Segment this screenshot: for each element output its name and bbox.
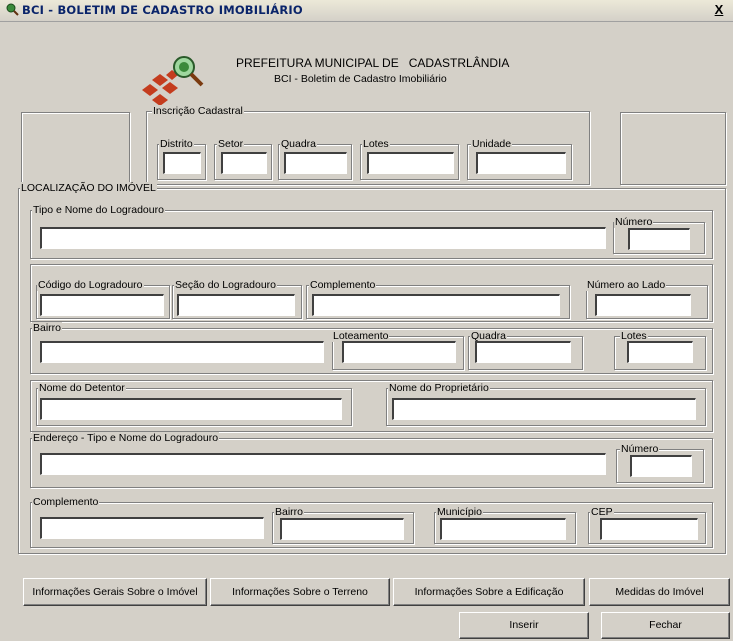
loteamento-field[interactable] [342, 341, 456, 363]
numero2-label: Número [620, 443, 660, 455]
distrito-field[interactable] [163, 152, 201, 174]
left-photo-panel [21, 112, 130, 185]
medidas-button[interactable]: Medidas do Imóvel [589, 578, 730, 606]
secao-logradouro-label: Seção do Logradouro [174, 279, 277, 291]
distrito-label: Distrito [159, 138, 194, 150]
title-bar: BCI - BOLETIM DE CADASTRO IMOBILIÁRIO X [0, 0, 733, 22]
nome-detentor-label: Nome do Detentor [38, 382, 126, 394]
numero2-field[interactable] [630, 455, 692, 477]
setor-label: Setor [217, 138, 245, 150]
tipo-nome-logradouro-field[interactable] [40, 227, 606, 249]
bairro2-label: Bairro [274, 506, 305, 518]
municipio-label: Município [436, 506, 483, 518]
nome-proprietario-label: Nome do Proprietário [388, 382, 490, 394]
nome-proprietario-field[interactable] [392, 398, 696, 420]
endereco-label: Endereço - Tipo e Nome do Logradouro [32, 432, 220, 444]
quadra-loc-field[interactable] [475, 341, 571, 363]
header-title: PREFEITURA MUNICIPAL DE CADASTRLÂNDIA [236, 56, 510, 70]
info-terreno-button[interactable]: Informações Sobre o Terreno [210, 578, 390, 606]
cep-field[interactable] [600, 518, 698, 540]
fechar-button[interactable]: Fechar [601, 612, 730, 639]
logo-icon [142, 56, 204, 106]
quadra-field[interactable] [284, 152, 347, 174]
lotes-loc-field[interactable] [627, 341, 693, 363]
complemento2-label: Complemento [32, 496, 100, 508]
close-button[interactable]: X [711, 2, 727, 18]
complemento-field[interactable] [312, 294, 560, 316]
municipio-field[interactable] [440, 518, 566, 540]
window-title: BCI - BOLETIM DE CADASTRO IMOBILIÁRIO [22, 3, 303, 17]
tipo-nome-logradouro-label: Tipo e Nome do Logradouro [32, 204, 165, 216]
numero-field[interactable] [628, 228, 690, 250]
header-subtitle: BCI - Boletim de Cadastro Imobiliário [274, 73, 447, 85]
secao-logradouro-field[interactable] [177, 294, 295, 316]
numero-label: Número [614, 216, 654, 228]
numero-ao-lado-label: Número ao Lado [586, 279, 667, 291]
right-photo-panel [620, 112, 726, 185]
inscricao-cadastral-label: Inscrição Cadastral [152, 105, 244, 117]
codigo-logradouro-field[interactable] [40, 294, 164, 316]
inserir-button[interactable]: Inserir [459, 612, 589, 639]
lotes-label: Lotes [362, 138, 390, 150]
codigo-logradouro-label: Código do Logradouro [37, 279, 144, 291]
lotes-field[interactable] [367, 152, 454, 174]
info-edificacao-button[interactable]: Informações Sobre a Edificação [393, 578, 585, 606]
app-icon [6, 3, 19, 16]
endereco-field[interactable] [40, 453, 606, 475]
info-gerais-button[interactable]: Informações Gerais Sobre o Imóvel [23, 578, 207, 606]
unidade-label: Unidade [471, 138, 513, 150]
complemento-label: Complemento [309, 279, 377, 291]
bairro-label: Bairro [32, 322, 63, 334]
numero-ao-lado-field[interactable] [595, 294, 691, 316]
bairro2-field[interactable] [280, 518, 404, 540]
nome-detentor-field[interactable] [40, 398, 342, 420]
unidade-field[interactable] [476, 152, 566, 174]
quadra-label: Quadra [280, 138, 318, 150]
complemento2-field[interactable] [40, 517, 264, 539]
setor-field[interactable] [221, 152, 267, 174]
cep-label: CEP [590, 506, 614, 518]
bairro-field[interactable] [40, 341, 324, 363]
localizacao-label: LOCALIZAÇÃO DO IMÓVEL [20, 182, 157, 194]
